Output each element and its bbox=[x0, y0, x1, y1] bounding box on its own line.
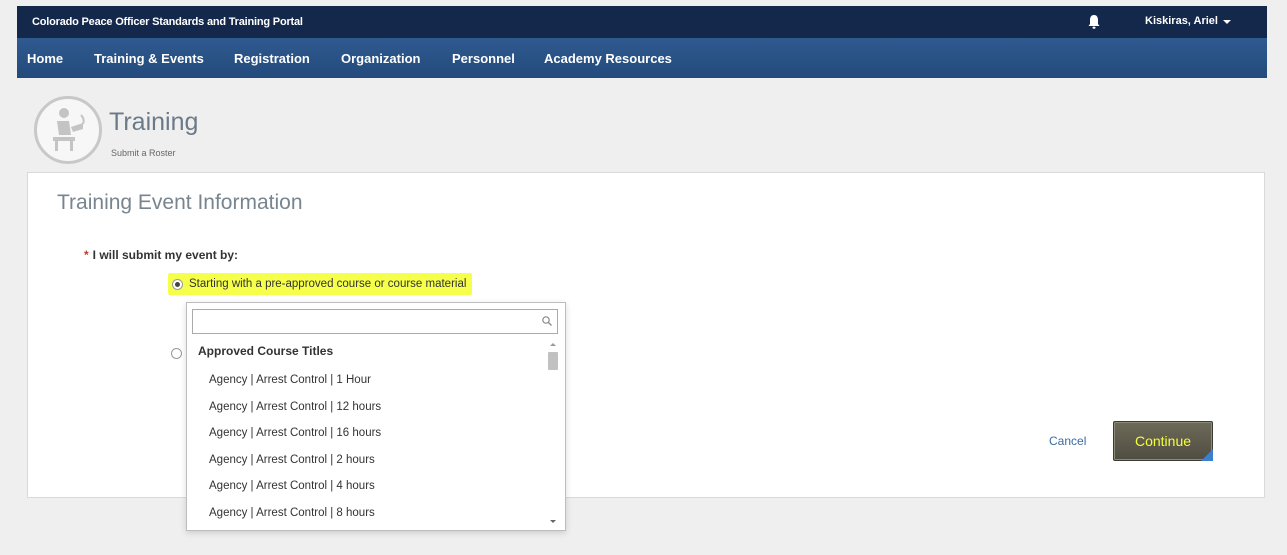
top-bar: Colorado Peace Officer Standards and Tra… bbox=[17, 6, 1267, 38]
course-option[interactable]: Agency | Arrest Control | 8 hours bbox=[187, 500, 542, 527]
course-search-input[interactable] bbox=[192, 309, 558, 334]
continue-label: Continue bbox=[1134, 433, 1192, 449]
scroll-down-icon[interactable] bbox=[550, 520, 556, 523]
button-corner-accent bbox=[1201, 449, 1213, 461]
cancel-link[interactable]: Cancel bbox=[1049, 434, 1086, 448]
course-option[interactable]: Agency | Arrest Control | 4 hours bbox=[187, 473, 542, 500]
scroll-up-icon[interactable] bbox=[550, 343, 556, 346]
continue-button[interactable]: Continue bbox=[1113, 421, 1213, 461]
approved-course-titles-group: Approved Course Titles bbox=[198, 344, 334, 358]
course-dropdown[interactable]: Approved Course Titles Agency | Arrest C… bbox=[186, 302, 566, 531]
option-pre-approved-label[interactable]: Starting with a pre-approved course or c… bbox=[189, 278, 466, 290]
nav-organization[interactable]: Organization bbox=[341, 51, 420, 66]
scroll-thumb[interactable] bbox=[548, 352, 558, 370]
nav-academy-resources[interactable]: Academy Resources bbox=[544, 51, 672, 66]
trainee-icon bbox=[53, 108, 85, 151]
course-list: Agency | Arrest Control | 1 Hour Agency … bbox=[187, 367, 542, 526]
section-title: Training Event Information bbox=[57, 191, 303, 214]
course-option[interactable]: Agency | Arrest Control | 1 Hour bbox=[187, 367, 542, 394]
trainee-at-desk-logo bbox=[34, 96, 102, 164]
dropdown-scrollbar[interactable] bbox=[547, 339, 559, 527]
submit-method-question: * I will submit my event by: bbox=[84, 248, 238, 262]
nav-training-events[interactable]: Training & Events bbox=[94, 51, 204, 66]
nav-personnel[interactable]: Personnel bbox=[452, 51, 515, 66]
search-icon bbox=[542, 316, 552, 326]
course-option[interactable]: Agency | Arrest Control | 2 hours bbox=[187, 447, 542, 474]
course-option[interactable]: Agency | Arrest Control | 12 hours bbox=[187, 394, 542, 421]
main-nav: Home Training & Events Registration Orga… bbox=[17, 38, 1267, 78]
portal-title[interactable]: Colorado Peace Officer Standards and Tra… bbox=[32, 16, 303, 28]
question-label: I will submit my event by: bbox=[92, 248, 239, 262]
radio-pre-approved[interactable] bbox=[172, 278, 183, 290]
page-subtitle: Submit a Roster bbox=[111, 148, 176, 158]
option-pre-approved-course[interactable]: Starting with a pre-approved course or c… bbox=[168, 273, 473, 295]
nav-registration[interactable]: Registration bbox=[234, 51, 310, 66]
user-name: Kiskiras, Ariel bbox=[1145, 15, 1218, 27]
chevron-down-icon bbox=[1222, 20, 1231, 24]
page-title: Training bbox=[109, 108, 199, 136]
required-marker: * bbox=[84, 248, 89, 262]
bell-icon[interactable] bbox=[1087, 14, 1101, 30]
nav-home[interactable]: Home bbox=[27, 51, 63, 66]
user-menu[interactable]: Kiskiras, Ariel bbox=[1145, 15, 1231, 27]
course-option[interactable]: Agency | Arrest Control | 16 hours bbox=[187, 420, 542, 447]
radio-option-2[interactable] bbox=[171, 348, 182, 359]
